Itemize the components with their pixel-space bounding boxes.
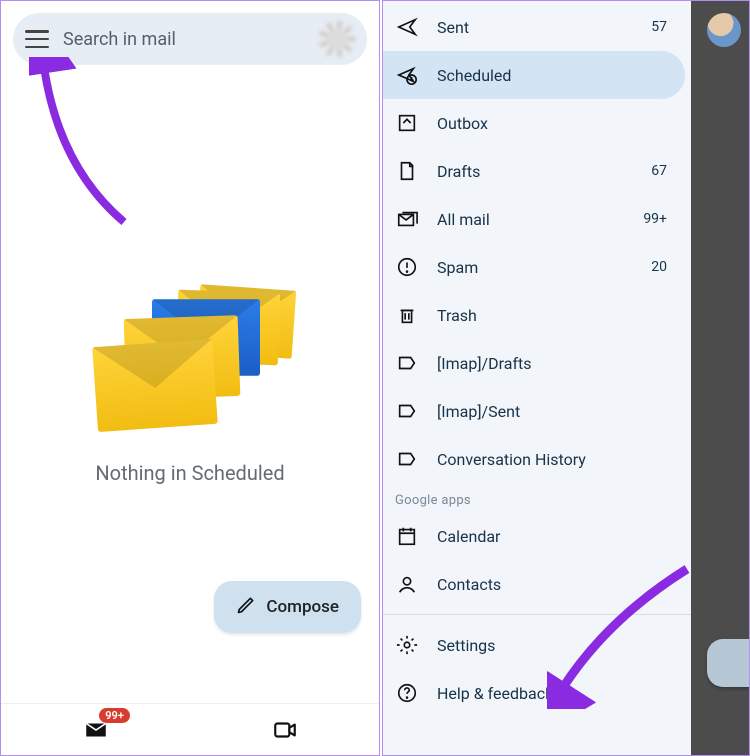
nav-label: Help & feedback (437, 684, 667, 703)
nav-label: Scheduled (437, 66, 649, 85)
section-google-apps: Google apps (383, 483, 691, 512)
nav-outbox[interactable]: Outbox (383, 99, 685, 147)
calendar-icon (395, 524, 419, 548)
nav-count: 57 (651, 19, 667, 35)
nav-label: Calendar (437, 527, 667, 546)
nav-scheduled[interactable]: Scheduled (383, 51, 685, 99)
background-avatar (707, 13, 741, 47)
envelope-illustration (90, 283, 290, 443)
contacts-icon (395, 572, 419, 596)
drawer-screen: Sent 57 Scheduled Outbox Drafts 67 (382, 0, 750, 756)
nav-count: 20 (651, 259, 667, 275)
account-avatar[interactable] (319, 21, 355, 57)
trash-icon (395, 303, 419, 327)
outbox-icon (395, 111, 419, 135)
nav-imap-sent[interactable]: [Imap]/Sent (383, 387, 685, 435)
sent-icon (395, 15, 419, 39)
settings-icon (395, 633, 419, 657)
help-icon (395, 681, 419, 705)
nav-label: Outbox (437, 114, 667, 133)
nav-count: 99+ (643, 211, 667, 227)
menu-icon[interactable] (25, 30, 49, 48)
nav-drafts[interactable]: Drafts 67 (383, 147, 685, 195)
mail-badge: 99+ (99, 708, 130, 723)
nav-imap-drafts[interactable]: [Imap]/Drafts (383, 339, 685, 387)
nav-allmail[interactable]: All mail 99+ (383, 195, 685, 243)
nav-label: [Imap]/Sent (437, 402, 667, 421)
divider (383, 614, 691, 615)
label-icon (395, 399, 419, 423)
bottom-nav: 99+ (1, 703, 379, 755)
pencil-icon (236, 595, 256, 619)
search-input[interactable]: Search in mail (63, 29, 319, 50)
label-icon (395, 447, 419, 471)
nav-conversation-history[interactable]: Conversation History (383, 435, 685, 483)
nav-label: [Imap]/Drafts (437, 354, 667, 373)
nav-label: Trash (437, 306, 667, 325)
tab-meet[interactable] (190, 704, 379, 755)
nav-trash[interactable]: Trash (383, 291, 685, 339)
drafts-icon (395, 159, 419, 183)
compose-button[interactable]: Compose (214, 581, 361, 633)
spam-icon (395, 255, 419, 279)
nav-label: Sent (437, 18, 633, 37)
nav-label: Spam (437, 258, 633, 277)
nav-contacts[interactable]: Contacts (383, 560, 685, 608)
scheduled-icon (395, 63, 419, 87)
nav-settings[interactable]: Settings (383, 621, 685, 669)
nav-label: Drafts (437, 162, 633, 181)
nav-label: All mail (437, 210, 625, 229)
nav-label: Settings (437, 636, 667, 655)
nav-calendar[interactable]: Calendar (383, 512, 685, 560)
compose-label: Compose (266, 597, 339, 617)
tab-mail[interactable]: 99+ (1, 704, 190, 755)
scheduled-empty-screen: Search in mail Nothing in Scheduled Comp… (0, 0, 380, 756)
search-bar[interactable]: Search in mail (13, 13, 367, 65)
nav-label: Conversation History (437, 450, 667, 469)
background-compose (707, 639, 750, 687)
nav-sent[interactable]: Sent 57 (383, 3, 685, 51)
nav-drawer: Sent 57 Scheduled Outbox Drafts 67 (383, 1, 691, 755)
nav-label: Contacts (437, 575, 667, 594)
video-icon (272, 717, 298, 743)
nav-spam[interactable]: Spam 20 (383, 243, 685, 291)
empty-state: Nothing in Scheduled Compose (1, 65, 379, 703)
empty-state-text: Nothing in Scheduled (95, 461, 284, 485)
nav-help[interactable]: Help & feedback (383, 669, 685, 717)
allmail-icon (395, 207, 419, 231)
nav-count: 67 (651, 163, 667, 179)
label-icon (395, 351, 419, 375)
